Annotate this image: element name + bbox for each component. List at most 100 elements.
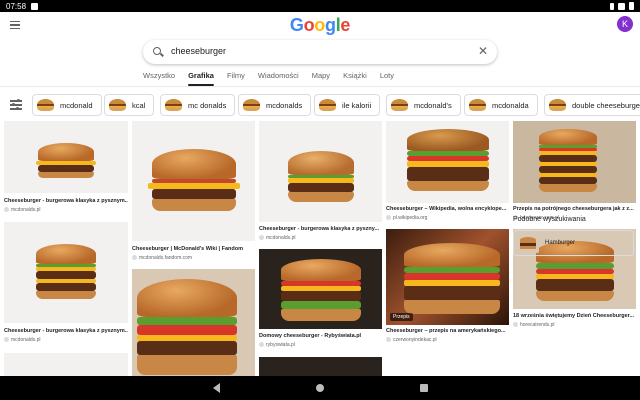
result-image[interactable] — [4, 353, 128, 376]
image-result-card[interactable]: Cheeseburger - burgerowa klasyka z pyszn… — [4, 121, 128, 221]
result-image[interactable]: Przepis — [386, 229, 509, 325]
image-result-card[interactable] — [259, 357, 382, 376]
image-result-card[interactable] — [132, 269, 255, 376]
image-result-card[interactable]: Cheeseburger - burgerowa klasyka z pyszn… — [4, 222, 128, 352]
site-favicon — [4, 337, 9, 343]
clear-icon[interactable]: ✕ — [477, 45, 489, 57]
bluetooth-icon — [610, 2, 614, 10]
chip-label: mcdonalda — [492, 100, 529, 110]
tab-all[interactable]: Wszystko — [143, 69, 175, 85]
result-image[interactable] — [132, 121, 255, 241]
tab-books[interactable]: Książki — [343, 69, 367, 85]
site-favicon — [386, 337, 391, 343]
chip-thumbnail — [37, 99, 54, 111]
result-image[interactable] — [259, 357, 382, 376]
similar-searches-title: Podobne wyszukiwania — [513, 216, 586, 223]
filter-chips-bar: mcdonald kcal mc donalds mcdonalds ile k… — [0, 92, 640, 116]
tab-flights[interactable]: Loty — [380, 69, 394, 85]
result-caption[interactable]: Cheeseburger - burgerowa klasyka z pyszn… — [4, 328, 128, 334]
chip-thumbnail — [165, 99, 182, 111]
image-result-card[interactable]: Przepis Cheeseburger – przepis na ameryk… — [386, 229, 509, 349]
tab-images[interactable]: Grafika — [188, 69, 214, 86]
site-favicon — [132, 255, 137, 261]
back-icon[interactable] — [213, 383, 220, 393]
filter-chip[interactable]: ile kalorii — [314, 94, 381, 116]
filter-chip[interactable]: mcdonalds — [238, 94, 312, 116]
filter-chip[interactable]: mcdonald's — [386, 94, 461, 116]
chip-label: mcdonald — [60, 100, 93, 110]
chip-thumbnail — [469, 99, 486, 111]
result-caption[interactable]: Przepis na potrójnego cheeseburgera jak … — [513, 206, 636, 212]
result-source: mcdonalds.pl — [4, 207, 40, 213]
wifi-icon — [618, 2, 625, 10]
result-source: mcdonalds.fandom.com — [132, 255, 192, 261]
result-caption[interactable]: 18 września świętujemy Dzień Cheeseburge… — [513, 313, 636, 319]
tabs-divider — [0, 86, 640, 87]
chip-thumbnail — [243, 99, 260, 111]
result-image[interactable] — [386, 121, 509, 203]
result-image[interactable] — [259, 249, 382, 329]
status-icons — [610, 2, 634, 10]
result-source: mcdonalds.pl — [259, 235, 295, 241]
notification-icon — [31, 2, 39, 10]
search-box[interactable]: ✕ — [143, 40, 497, 64]
google-logo[interactable]: Google — [0, 15, 640, 36]
chip-thumbnail — [109, 99, 126, 111]
tab-maps[interactable]: Mapy — [312, 69, 330, 85]
home-icon[interactable] — [316, 384, 324, 392]
result-image[interactable] — [4, 121, 128, 193]
tab-videos[interactable]: Filmy — [227, 69, 245, 85]
site-favicon — [4, 207, 9, 213]
result-image[interactable] — [513, 121, 636, 203]
logo-letter: g — [324, 15, 336, 35]
result-caption[interactable]: Cheeseburger – przepis na amerykańskiego… — [386, 328, 509, 334]
result-source: rybyswiata.pl — [259, 342, 295, 348]
result-image[interactable] — [259, 121, 382, 222]
filter-chip[interactable]: mc donalds — [160, 94, 236, 116]
image-result-card[interactable] — [4, 353, 128, 376]
recipe-badge: Przepis — [390, 313, 413, 321]
image-result-card[interactable]: Cheeseburger – Wikipedia, wolna encyklop… — [386, 121, 509, 225]
logo-letter: o — [314, 15, 325, 35]
chip-label: double cheeseburger — [572, 100, 640, 110]
site-favicon — [259, 342, 264, 348]
tune-icon[interactable] — [10, 98, 22, 111]
recents-icon[interactable] — [420, 384, 428, 392]
logo-letter: G — [289, 15, 304, 35]
chip-label: kcal — [132, 100, 146, 110]
image-result-card[interactable]: Przepis na potrójnego cheeseburgera jak … — [513, 121, 636, 225]
result-caption[interactable]: Cheeseburger | McDonald's Wiki | Fandom — [132, 246, 255, 252]
android-nav-bar — [0, 376, 640, 400]
filter-chip[interactable]: mcdonald — [32, 94, 102, 116]
filter-chip[interactable]: double cheeseburger — [544, 94, 640, 116]
image-result-card[interactable]: Domowy cheeseburger - Rybyświata.pl ryby… — [259, 249, 382, 354]
chip-label: mcdonald's — [414, 100, 452, 110]
result-caption[interactable]: Domowy cheeseburger - Rybyświata.pl — [259, 333, 382, 339]
site-favicon — [513, 322, 518, 328]
chip-thumbnail — [549, 99, 566, 111]
similar-label: Hamburger — [545, 240, 576, 246]
image-result-card[interactable]: Cheeseburger - burgerowa klasyka z pyszn… — [259, 121, 382, 246]
account-avatar[interactable]: K — [617, 16, 633, 32]
similar-search-item[interactable]: Hamburger — [513, 230, 634, 256]
result-caption[interactable]: Cheeseburger – Wikipedia, wolna encyklop… — [386, 206, 509, 212]
similar-thumbnail — [517, 233, 539, 253]
battery-icon — [629, 2, 634, 10]
chip-label: ile kalorii — [342, 100, 372, 110]
search-icon[interactable] — [153, 47, 161, 55]
filter-chip[interactable]: mcdonalda — [464, 94, 538, 116]
search-tabs: Wszystko Grafika Filmy Wiadomości Mapy K… — [143, 69, 394, 86]
result-source: pl.wikipedia.org — [386, 215, 427, 221]
result-image[interactable] — [132, 269, 255, 376]
result-source: horecatrends.pl — [513, 322, 554, 328]
tab-news[interactable]: Wiadomości — [258, 69, 299, 85]
status-time: 07:58 — [6, 1, 27, 11]
search-input[interactable] — [171, 46, 471, 56]
chip-thumbnail — [391, 99, 408, 111]
image-result-card[interactable]: Cheeseburger | McDonald's Wiki | Fandom … — [132, 121, 255, 266]
result-caption[interactable]: Cheeseburger - burgerowa klasyka z pyszn… — [4, 198, 128, 204]
result-image[interactable] — [4, 222, 128, 323]
filter-chip[interactable]: kcal — [104, 94, 155, 116]
logo-letter: o — [303, 15, 315, 35]
result-caption[interactable]: Cheeseburger - burgerowa klasyka z pyszn… — [259, 226, 382, 232]
